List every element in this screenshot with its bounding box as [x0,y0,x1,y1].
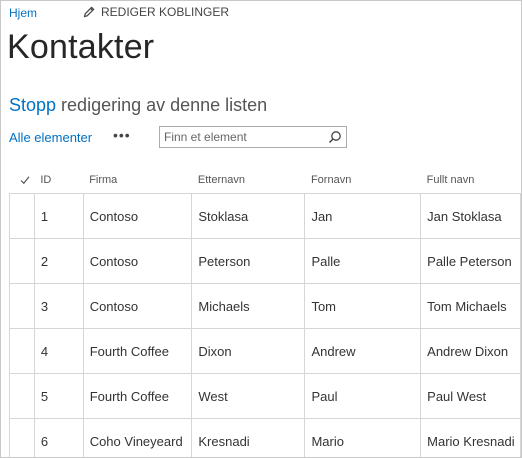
all-items-view[interactable]: Alle elementer [9,130,92,145]
table-header-row: ID Firma Etternavn Fornavn Fullt navn [9,166,521,194]
cell-id[interactable]: 5 [33,373,84,419]
cell-fullt-navn[interactable]: Mario Kresnadi [420,418,521,457]
app-frame: Hjem REDIGER KOBLINGER Kontakter Stopp r… [0,0,522,458]
row-select-cell[interactable] [9,328,35,374]
search-box [159,126,347,148]
cell-id[interactable]: 6 [33,418,84,457]
row-select-cell[interactable] [9,418,35,457]
cell-id[interactable]: 4 [33,328,84,374]
cell-id[interactable]: 3 [33,283,84,329]
home-link[interactable]: Hjem [9,6,37,20]
cell-fornavn[interactable]: Jan [304,193,422,239]
cell-etternavn[interactable]: Stoklasa [191,193,306,239]
table-row: 3 Contoso Michaels Tom Tom Michaels [9,283,521,329]
cell-fullt-navn[interactable]: Tom Michaels [420,283,521,329]
column-header-firma[interactable]: Firma [83,166,192,194]
more-options-button[interactable]: ••• [113,127,131,143]
cell-fullt-navn[interactable]: Palle Peterson [420,238,521,284]
edit-links-button[interactable]: REDIGER KOBLINGER [83,5,229,19]
top-nav: Hjem [9,5,37,21]
row-select-cell[interactable] [9,193,35,239]
edit-mode-text: redigering av denne listen [56,95,268,115]
row-select-cell[interactable] [9,238,35,284]
column-header-fornavn[interactable]: Fornavn [304,166,421,194]
cell-firma[interactable]: Fourth Coffee [82,328,193,374]
cell-firma[interactable]: Contoso [82,238,193,284]
cell-etternavn[interactable]: Dixon [191,328,306,374]
contacts-table: ID Firma Etternavn Fornavn Fullt navn 1 … [9,166,521,457]
table-row: 2 Contoso Peterson Palle Palle Peterson [9,238,521,284]
row-select-cell[interactable] [9,373,35,419]
cell-fornavn[interactable]: Palle [304,238,422,284]
cell-id[interactable]: 1 [33,193,84,239]
search-icon[interactable] [328,130,342,144]
table-row: 1 Contoso Stoklasa Jan Jan Stoklasa [9,193,521,239]
cell-firma[interactable]: Coho Vineyeard [82,418,193,457]
view-bar: Alle elementer ••• [9,124,509,152]
cell-id[interactable]: 2 [33,238,84,284]
cell-etternavn[interactable]: Michaels [191,283,306,329]
column-header-etternavn[interactable]: Etternavn [191,166,305,194]
cell-fornavn[interactable]: Andrew [304,328,422,374]
table-row: 6 Coho Vineyeard Kresnadi Mario Mario Kr… [9,418,521,457]
cell-fornavn[interactable]: Mario [304,418,422,457]
table-row: 4 Fourth Coffee Dixon Andrew Andrew Dixo… [9,328,521,374]
cell-firma[interactable]: Fourth Coffee [82,373,193,419]
cell-etternavn[interactable]: Kresnadi [191,418,306,457]
cell-firma[interactable]: Contoso [82,283,193,329]
edit-mode-message: Stopp redigering av denne listen [9,94,267,116]
cell-firma[interactable]: Contoso [82,193,193,239]
page-title: Kontakter [7,28,155,66]
checkmark-icon [20,175,29,184]
table-row: 5 Fourth Coffee West Paul Paul West [9,373,521,419]
cell-fullt-navn[interactable]: Paul West [420,373,521,419]
select-all-header[interactable] [9,166,35,194]
edit-links-label: REDIGER KOBLINGER [101,5,230,19]
cell-etternavn[interactable]: Peterson [191,238,306,284]
cell-fullt-navn[interactable]: Jan Stoklasa [420,193,521,239]
column-header-id[interactable]: ID [34,166,84,194]
stop-editing-link[interactable]: Stopp [9,95,56,115]
cell-fullt-navn[interactable]: Andrew Dixon [420,328,521,374]
search-input[interactable] [164,128,324,146]
cell-fornavn[interactable]: Paul [304,373,422,419]
column-header-fullt-navn[interactable]: Fullt navn [420,166,521,194]
cell-fornavn[interactable]: Tom [304,283,422,329]
row-select-cell[interactable] [9,283,35,329]
pencil-icon [83,6,95,18]
cell-etternavn[interactable]: West [191,373,306,419]
